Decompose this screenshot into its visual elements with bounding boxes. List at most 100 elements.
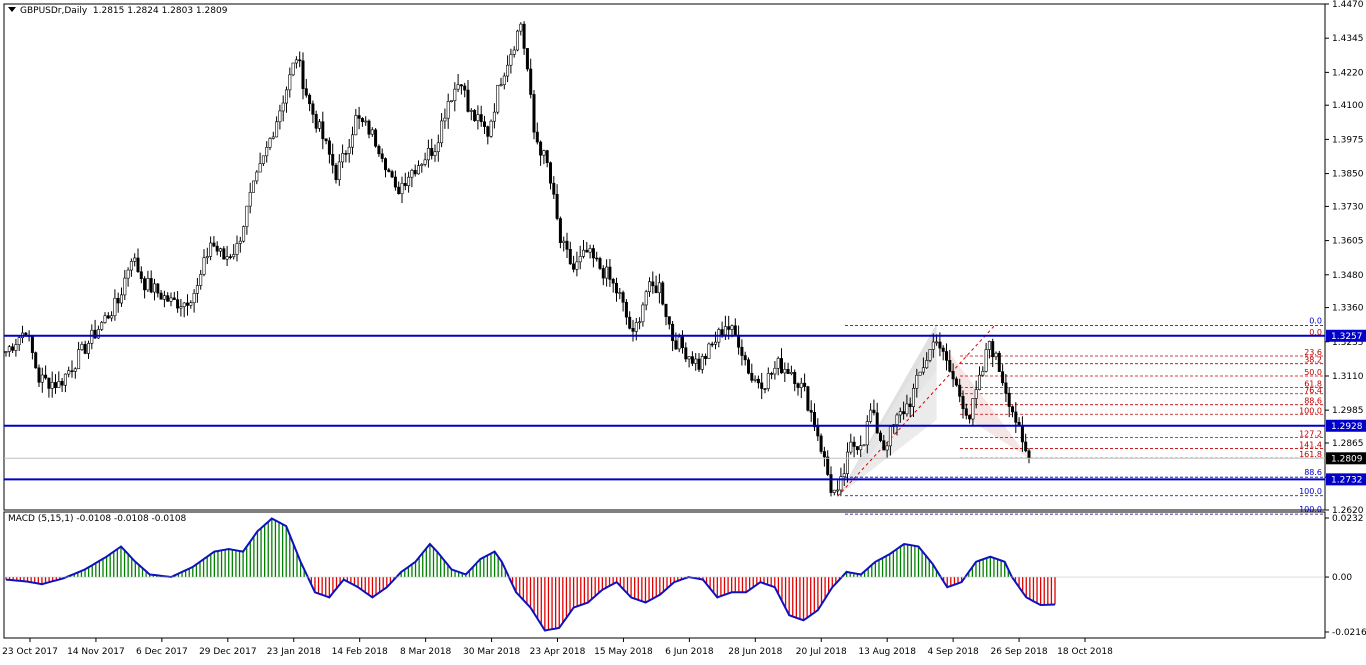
candle-body <box>832 489 836 493</box>
candle <box>275 116 279 138</box>
candle-body <box>638 321 642 324</box>
candle <box>126 267 130 287</box>
candle-body <box>595 257 599 260</box>
candle-body <box>997 352 1001 372</box>
candle-body <box>661 282 665 305</box>
price-tick-label: 1.4470 <box>1332 0 1364 10</box>
candle <box>476 105 480 130</box>
candle <box>205 247 209 265</box>
candle-body <box>964 408 968 416</box>
candle <box>601 265 605 286</box>
candle-body <box>519 23 523 32</box>
candle <box>713 331 717 350</box>
candle <box>120 287 124 307</box>
candle-body <box>1007 392 1011 407</box>
time-tick-label: 23 Jan 2018 <box>267 647 321 657</box>
candle-body <box>271 136 275 139</box>
candle <box>819 433 823 454</box>
price-tick-label: 1.3975 <box>1332 135 1364 145</box>
candle-body <box>575 261 579 270</box>
candle <box>133 253 137 267</box>
candle-body <box>994 352 998 358</box>
candle-body <box>816 426 820 437</box>
candle <box>57 371 61 388</box>
time-tick-label: 23 Oct 2017 <box>2 647 58 657</box>
price-pane-frame <box>3 3 1326 511</box>
macd-tick-label: -0.0216 <box>1332 628 1366 638</box>
price-tick-label: 1.4100 <box>1332 101 1364 111</box>
candle-body <box>684 347 688 360</box>
candle-body <box>671 323 675 342</box>
level-price-label: 1.3257 <box>1331 332 1363 342</box>
candle-body <box>496 84 500 113</box>
candle <box>446 93 450 129</box>
candle-body <box>489 120 493 137</box>
candle-body <box>826 456 830 475</box>
candle-body <box>558 218 562 243</box>
chart-title[interactable]: GBPUSDr,Daily 1.2815 1.2824 1.2803 1.280… <box>8 6 227 17</box>
time-tick-label: 30 Mar 2018 <box>463 647 520 657</box>
candle-body <box>235 243 239 255</box>
candle-body <box>730 325 734 330</box>
candle-body <box>288 74 292 91</box>
candle-body <box>849 441 853 453</box>
time-tick-label: 20 Jul 2018 <box>796 647 847 657</box>
candle <box>585 241 589 253</box>
candle <box>614 277 618 302</box>
candle-body <box>552 182 556 195</box>
candle-body <box>878 432 882 441</box>
candle-body <box>186 302 190 306</box>
fibo-label-red: 141.4 <box>1299 440 1322 449</box>
candle-body <box>149 278 153 293</box>
candle-body <box>1004 382 1008 394</box>
candle-body <box>855 446 859 451</box>
level-price-label: 1.2928 <box>1331 422 1363 432</box>
candle-body <box>667 316 671 325</box>
fibo-label-red: 50.0 <box>1304 368 1322 377</box>
candle <box>337 154 341 186</box>
candle-body <box>753 378 757 381</box>
candle <box>647 277 651 297</box>
candle <box>1017 417 1021 426</box>
candle <box>390 169 394 179</box>
candle <box>515 29 519 52</box>
candle <box>608 258 612 287</box>
candle <box>370 127 374 137</box>
candle <box>291 62 295 77</box>
candle <box>872 399 876 416</box>
candle-body <box>789 372 793 374</box>
candle <box>288 67 292 98</box>
candle-body <box>453 88 457 101</box>
candle <box>618 287 622 300</box>
candle <box>690 351 694 367</box>
candle <box>284 86 288 113</box>
candle <box>202 249 206 277</box>
candle-body <box>347 146 351 154</box>
candle <box>555 184 559 221</box>
candle-body <box>654 285 658 294</box>
candle-body <box>954 378 958 386</box>
candle-body <box>723 326 727 336</box>
chart-canvas[interactable]: 1.4470 1.4345 1.4220 1.4100 1.3975 1.3850 1.37… <box>0 0 1366 665</box>
candle-body <box>535 131 539 143</box>
candle-body <box>760 382 764 389</box>
candle <box>789 365 793 376</box>
dropdown-triangle-icon[interactable] <box>8 7 16 12</box>
candle <box>707 342 711 359</box>
candle-body <box>779 358 783 374</box>
price-tick-label: 1.3480 <box>1332 271 1364 281</box>
candle <box>832 489 836 496</box>
candle <box>113 289 117 321</box>
candle <box>522 21 526 55</box>
candle-body <box>308 94 312 105</box>
candle-body <box>875 412 879 434</box>
candle <box>773 361 777 380</box>
candle-body <box>67 370 71 375</box>
candle-body <box>390 171 394 178</box>
candle-body <box>476 114 480 121</box>
candle <box>869 403 873 424</box>
candle <box>506 55 510 83</box>
candle <box>558 216 562 249</box>
candle-body <box>34 352 38 369</box>
candle-body <box>397 186 401 195</box>
